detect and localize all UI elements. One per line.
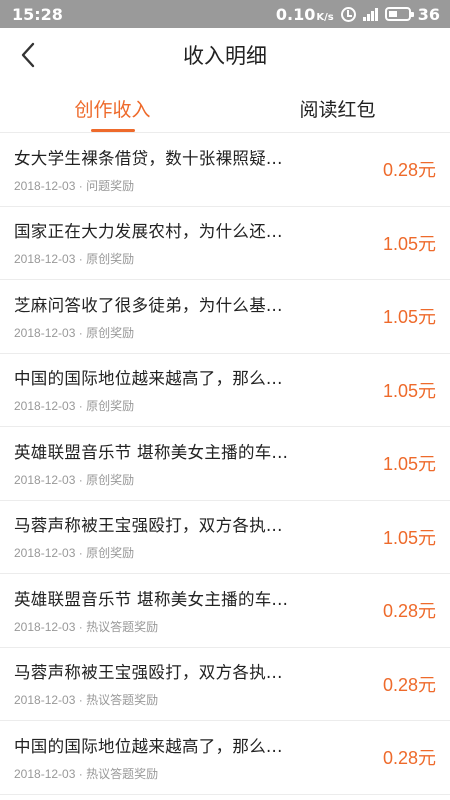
chevron-left-icon — [21, 42, 35, 68]
item-type: 原创奖励 — [86, 399, 135, 414]
item-amount: 1.05元 — [382, 233, 436, 254]
header: 收入明细 — [0, 28, 450, 82]
item-title: 英雄联盟音乐节 堪称美女主播的车... — [14, 442, 289, 462]
item-date: 2018-12-03 — [14, 472, 76, 487]
item-type: 问题奖励 — [86, 178, 135, 193]
item-meta: 2018-12-03 · 问题奖励 — [14, 178, 135, 193]
item-title: 马蓉声称被王宝强殴打，双方各执... — [14, 663, 283, 683]
network-speed-value: 0.10 — [275, 4, 316, 24]
tab-label: 阅读红包 — [299, 99, 376, 121]
item-title: 马蓉声称被王宝强殴打，双方各执... — [14, 516, 283, 536]
item-meta: 2018-12-03 · 原创奖励 — [14, 399, 135, 414]
battery-icon — [384, 7, 414, 21]
item-title: 国家正在大力发展农村，为什么还... — [14, 222, 283, 242]
list-item[interactable]: 国家正在大力发展农村，为什么还... 2018-12-03 · 原创奖励 1.05… — [0, 207, 450, 280]
item-meta: 2018-12-03 · 原创奖励 — [14, 325, 135, 340]
item-type: 原创奖励 — [86, 472, 135, 487]
item-date: 2018-12-03 — [14, 766, 76, 781]
item-type: 原创奖励 — [86, 325, 135, 340]
item-date: 2018-12-03 — [14, 693, 76, 708]
item-date: 2018-12-03 — [14, 252, 76, 267]
item-type: 热议答题奖励 — [86, 619, 159, 634]
list-item[interactable]: 中国的国际地位越来越高了，那么... 2018-12-03 · 热议答题奖励 0.… — [0, 721, 450, 795]
list-item[interactable]: 英雄联盟音乐节 堪称美女主播的车... 2018-12-03 · 原创奖励 1.0… — [0, 427, 450, 501]
tab-reading-red-packet[interactable]: 阅读红包 — [225, 82, 450, 132]
list-item[interactable]: 马蓉声称被王宝强殴打，双方各执... 2018-12-03 · 原创奖励 1.05… — [0, 501, 450, 574]
list-item[interactable]: 马蓉声称被王宝强殴打，双方各执... 2018-12-03 · 热议答题奖励 0.… — [0, 648, 450, 721]
item-meta: 2018-12-03 · 原创奖励 — [14, 472, 135, 487]
income-list[interactable]: 女大学生裸条借贷，数十张裸照疑... 2018-12-03 · 问题奖励 0.28… — [0, 132, 450, 800]
item-meta: 2018-12-03 · 热议答题奖励 — [14, 619, 159, 634]
item-title: 女大学生裸条借贷，数十张裸照疑... — [14, 148, 283, 168]
list-item[interactable]: 英雄联盟音乐节 堪称美女主播的车... 2018-12-03 · 热议答题奖励 0… — [0, 574, 450, 648]
item-date: 2018-12-03 — [14, 178, 76, 193]
status-indicators: 0.10K/s 36 — [276, 5, 440, 24]
item-date: 2018-12-03 — [14, 546, 76, 561]
list-item[interactable]: 女大学生裸条借贷，数十张裸照疑... 2018-12-03 · 问题奖励 0.28… — [0, 133, 450, 207]
item-amount: 1.05元 — [382, 454, 436, 475]
item-type: 热议答题奖励 — [86, 766, 159, 781]
tab-bar: 创作收入 阅读红包 — [0, 82, 450, 132]
item-type: 热议答题奖励 — [86, 693, 159, 708]
back-button[interactable] — [8, 35, 48, 75]
item-meta: 2018-12-03 · 原创奖励 — [14, 546, 135, 561]
list-item[interactable]: 芝麻问答收了很多徒弟，为什么基... 2018-12-03 · 原创奖励 1.05… — [0, 280, 450, 354]
item-type: 原创奖励 — [86, 252, 135, 267]
page-title: 收入明细 — [183, 44, 267, 68]
item-amount: 0.28元 — [382, 748, 436, 769]
item-amount: 0.28元 — [382, 601, 436, 622]
item-title: 英雄联盟音乐节 堪称美女主播的车... — [14, 589, 289, 609]
item-meta: 2018-12-03 · 热议答题奖励 — [14, 693, 159, 708]
item-amount: 0.28元 — [382, 674, 436, 695]
item-date: 2018-12-03 — [14, 399, 76, 414]
item-amount: 1.05元 — [382, 307, 436, 328]
status-time: 15:28 — [12, 4, 63, 24]
network-speed: 0.10K/s — [276, 5, 334, 24]
item-date: 2018-12-03 — [14, 619, 76, 634]
tab-label: 创作收入 — [74, 99, 151, 121]
item-meta: 2018-12-03 · 原创奖励 — [14, 252, 135, 267]
item-title: 芝麻问答收了很多徒弟，为什么基... — [14, 295, 283, 315]
status-bar: 15:28 0.10K/s 36 — [0, 0, 450, 28]
battery-level: 36 — [417, 4, 440, 24]
network-speed-unit: K/s — [316, 11, 334, 23]
item-amount: 1.05元 — [382, 380, 436, 401]
item-amount: 1.05元 — [382, 527, 436, 548]
item-type: 原创奖励 — [86, 546, 135, 561]
signal-icon — [362, 7, 378, 21]
item-title: 中国的国际地位越来越高了，那么... — [14, 369, 283, 389]
item-amount: 0.28元 — [382, 160, 436, 181]
item-title: 中国的国际地位越来越高了，那么... — [14, 736, 283, 756]
tab-creation-income[interactable]: 创作收入 — [0, 82, 225, 132]
item-meta: 2018-12-03 · 热议答题奖励 — [14, 766, 159, 781]
item-date: 2018-12-03 — [14, 325, 76, 340]
list-item[interactable]: 中国的国际地位越来越高了，那么... 2018-12-03 · 原创奖励 1.05… — [0, 354, 450, 427]
alarm-icon — [340, 6, 356, 22]
